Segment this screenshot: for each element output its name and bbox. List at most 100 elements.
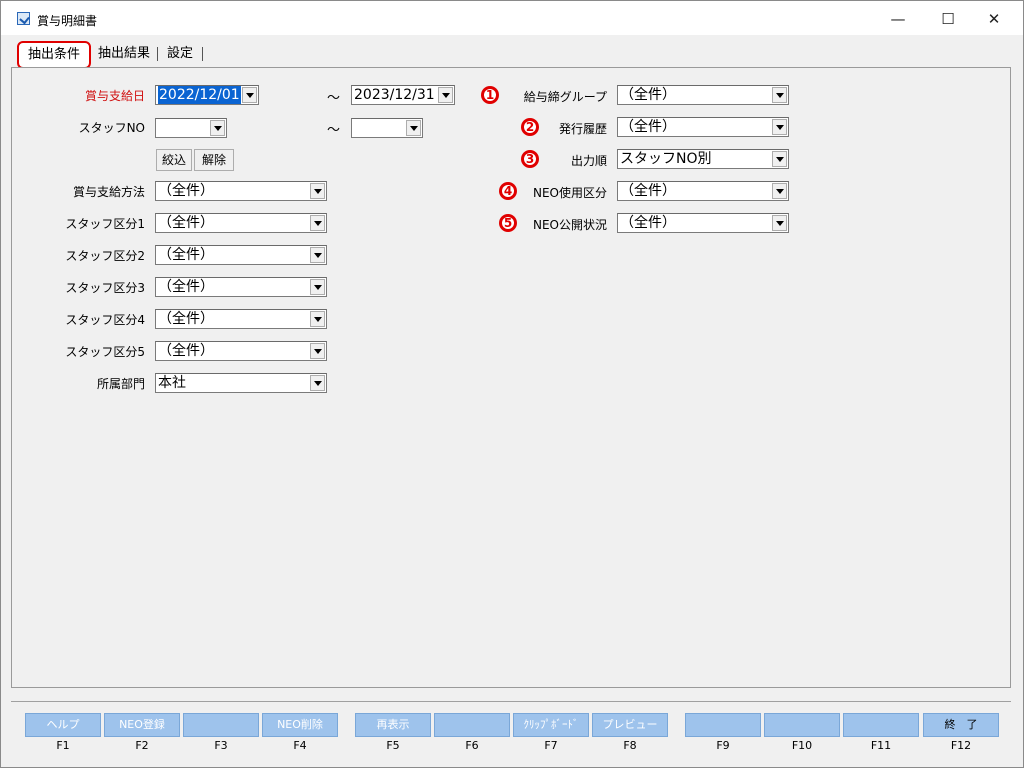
dropdown-arrow-icon[interactable] <box>310 247 325 263</box>
neo-publish-label: NEO公開状況 <box>532 218 607 232</box>
tab-extract-results[interactable]: 抽出結果 <box>95 43 153 65</box>
f11-button[interactable] <box>843 713 919 737</box>
app-icon <box>17 12 30 25</box>
issue-history-combo[interactable]: （全件） <box>617 117 789 137</box>
pay-close-group-label: 給与締グループ <box>523 90 607 104</box>
staff-no-from-combo[interactable] <box>155 118 227 138</box>
date-range-tilde: ～ <box>327 91 341 106</box>
staff-no-label: スタッフNO <box>78 121 145 135</box>
neo-usage-combo[interactable]: （全件） <box>617 181 789 201</box>
bonus-date-to-value: 2023/12/31 <box>354 87 435 103</box>
f12-exit-button[interactable]: 終 了 <box>923 713 999 737</box>
dropdown-arrow-icon[interactable] <box>310 375 325 391</box>
f7-clipboard-button[interactable]: ｸﾘｯﾌﾟﾎﾞｰﾄﾞ <box>513 713 589 737</box>
f1-key-label: F1 <box>56 739 70 752</box>
department-label: 所属部門 <box>96 377 145 391</box>
staff-class3-label: スタッフ区分3 <box>65 281 145 295</box>
staff-class3-value: （全件） <box>158 279 214 295</box>
staff-class4-label: スタッフ区分4 <box>65 313 145 327</box>
staff-class5-combo[interactable]: （全件） <box>155 341 327 361</box>
dropdown-arrow-icon[interactable] <box>310 311 325 327</box>
staff-class2-value: （全件） <box>158 247 214 263</box>
dropdown-arrow-icon[interactable] <box>210 120 225 136</box>
dropdown-arrow-icon[interactable] <box>406 120 421 136</box>
neo-publish-value: （全件） <box>620 215 676 231</box>
f10-button[interactable] <box>764 713 840 737</box>
window-title: 賞与明細書 <box>37 14 98 28</box>
dropdown-arrow-icon[interactable] <box>772 183 787 199</box>
title-bar: 賞与明細書 — ☐ ✕ <box>1 1 1023 35</box>
tab-extract-conditions[interactable]: 抽出条件 <box>17 41 91 69</box>
staff-class4-value: （全件） <box>158 311 214 327</box>
output-order-label: 出力順 <box>570 154 607 168</box>
staff-class1-value: （全件） <box>158 215 214 231</box>
f2-neo-register-button[interactable]: NEO登録 <box>104 713 180 737</box>
staff-class4-combo[interactable]: （全件） <box>155 309 327 329</box>
number-1-icon: 1 <box>481 86 499 104</box>
dropdown-arrow-icon[interactable] <box>310 279 325 295</box>
pay-method-combo[interactable]: （全件） <box>155 181 327 201</box>
number-3-icon: 3 <box>521 150 539 168</box>
staff-class5-value: （全件） <box>158 343 214 359</box>
dropdown-arrow-icon[interactable] <box>242 87 257 103</box>
f5-refresh-button[interactable]: 再表示 <box>355 713 431 737</box>
f4-key-label: F4 <box>293 739 307 752</box>
dropdown-arrow-icon[interactable] <box>772 215 787 231</box>
f2-key-label: F2 <box>135 739 149 752</box>
f8-preview-button[interactable]: プレビュー <box>592 713 668 737</box>
staff-class1-combo[interactable]: （全件） <box>155 213 327 233</box>
tab-settings[interactable]: 設定 <box>163 43 197 65</box>
pay-method-value: （全件） <box>158 183 214 199</box>
tab-separator <box>202 47 203 61</box>
staff-class2-combo[interactable]: （全件） <box>155 245 327 265</box>
staff-class3-combo[interactable]: （全件） <box>155 277 327 297</box>
f10-key-label: F10 <box>791 739 813 752</box>
tab-separator <box>157 47 158 61</box>
f9-button[interactable] <box>685 713 761 737</box>
staff-class2-label: スタッフ区分2 <box>65 249 145 263</box>
bonus-date-from-value: 2022/12/01 <box>158 86 241 104</box>
dropdown-arrow-icon[interactable] <box>438 87 453 103</box>
staff-class1-label: スタッフ区分1 <box>65 217 145 231</box>
filter-button[interactable]: 絞込 <box>156 149 192 171</box>
dropdown-arrow-icon[interactable] <box>772 87 787 103</box>
f11-key-label: F11 <box>870 739 892 752</box>
maximize-button[interactable]: ☐ <box>925 5 971 33</box>
f8-key-label: F8 <box>623 739 637 752</box>
neo-usage-value: （全件） <box>620 183 676 199</box>
f6-button[interactable] <box>434 713 510 737</box>
pay-close-group-value: （全件） <box>620 87 676 103</box>
f4-neo-delete-button[interactable]: NEO削除 <box>262 713 338 737</box>
minimize-button[interactable]: — <box>875 5 921 33</box>
department-combo[interactable]: 本社 <box>155 373 327 393</box>
function-key-separator <box>11 701 1011 702</box>
bonus-date-label: 賞与支給日 <box>84 89 145 103</box>
issue-history-label: 発行履歴 <box>558 122 607 136</box>
neo-publish-combo[interactable]: （全件） <box>617 213 789 233</box>
f3-button[interactable] <box>183 713 259 737</box>
issue-history-value: （全件） <box>620 119 676 135</box>
bonus-date-to-combo[interactable]: 2023/12/31 <box>351 85 455 105</box>
close-button[interactable]: ✕ <box>971 5 1017 33</box>
dropdown-arrow-icon[interactable] <box>310 215 325 231</box>
number-5-icon: 5 <box>499 214 517 232</box>
dropdown-arrow-icon[interactable] <box>772 119 787 135</box>
staff-range-tilde: ～ <box>327 123 341 138</box>
department-value: 本社 <box>158 375 186 391</box>
f3-key-label: F3 <box>214 739 228 752</box>
number-4-icon: 4 <box>499 182 517 200</box>
bonus-date-from-combo[interactable]: 2022/12/01 <box>155 85 259 105</box>
f5-key-label: F5 <box>386 739 400 752</box>
pay-method-label: 賞与支給方法 <box>72 185 145 199</box>
staff-no-to-combo[interactable] <box>351 118 423 138</box>
dropdown-arrow-icon[interactable] <box>310 183 325 199</box>
neo-usage-label: NEO使用区分 <box>532 186 607 200</box>
output-order-combo[interactable]: スタッフNO別 <box>617 149 789 169</box>
number-2-icon: 2 <box>521 118 539 136</box>
dropdown-arrow-icon[interactable] <box>310 343 325 359</box>
f9-key-label: F9 <box>716 739 730 752</box>
clear-button[interactable]: 解除 <box>194 149 234 171</box>
pay-close-group-combo[interactable]: （全件） <box>617 85 789 105</box>
f1-help-button[interactable]: ヘルプ <box>25 713 101 737</box>
dropdown-arrow-icon[interactable] <box>772 151 787 167</box>
